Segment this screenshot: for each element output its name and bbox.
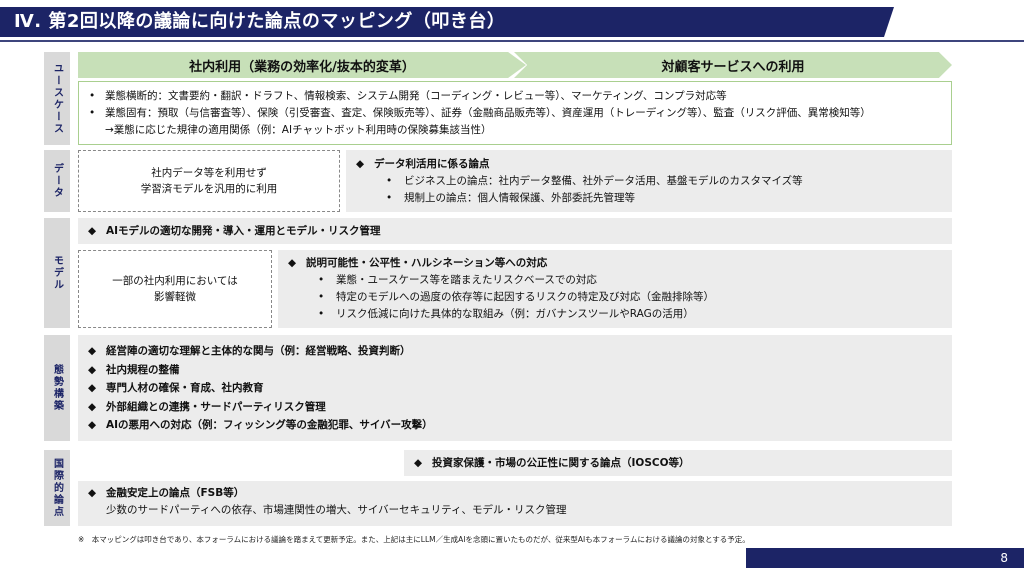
footnote: ※ 本マッピングは叩き台であり、本フォーラムにおける議論を踏まえて更新予定。また…: [78, 535, 750, 544]
model-heading: ◆ 説明可能性・公平性・ハルシネーション等への対応: [288, 257, 548, 269]
model-top-box: ◆ AIモデルの適切な開発・導入・運用とモデル・リスク管理: [78, 218, 952, 244]
model-item: • 業態・ユースケース等を踏まえたリスクベースでの対応: [318, 274, 597, 286]
side-label-governance: 態勢構築: [44, 335, 70, 441]
side-label-model: モデル: [44, 218, 70, 328]
page-title: Ⅳ. 第2回以降の議論に向けた論点のマッピング（叩き台）: [14, 11, 506, 32]
header-internal-use: 社内利用（業務の効率化/抜本的変革）: [78, 52, 526, 78]
side-label-data: データ: [44, 150, 70, 212]
model-item: • 特定のモデルへの過度の依存等に起因するリスクの特定及び対応（金融排除等）: [318, 291, 714, 303]
governance-item: ◆ 経営陣の適切な理解と主体的な関与（例：経営戦略、投資判断）: [88, 345, 411, 357]
data-item: • ビジネス上の論点：社内データ整備、社外データ活用、基盤モデルのカスタマイズ等: [386, 175, 803, 187]
fsb-box: ◆ 金融安定上の論点（FSB等） 少数のサードパーティへの依存、市場連関性の増大、…: [78, 481, 952, 526]
usecase-box: • 業態横断的：文書要約・翻訳・ドラフト、情報検索、システム開発（コーディング・…: [78, 81, 952, 145]
model-item: • リスク低減に向けた具体的な取組み（例：ガバナンスツールやRAGの活用）: [318, 308, 694, 320]
usecase-item-industry-specific: • 業態固有：預取（与信審査等）、保険（引受審査、査定、保険販売等）、証券（金融…: [89, 107, 871, 119]
side-label-international: 国際的論点: [44, 450, 70, 526]
title-underline: [0, 40, 1024, 42]
model-right-box: ◆ 説明可能性・公平性・ハルシネーション等への対応 • 業態・ユースケース等を踏まえ…: [278, 250, 952, 328]
data-item: • 規制上の論点：個人情報保護、外部委託先管理等: [386, 192, 635, 204]
page-number-bar: [746, 548, 1024, 568]
fsb-detail: 少数のサードパーティへの依存、市場連関性の増大、サイバーセキュリティ、モデル・リ…: [106, 504, 567, 516]
page-number: 8: [1000, 551, 1008, 565]
governance-box: ◆ 経営陣の適切な理解と主体的な関与（例：経営戦略、投資判断） ◆ 社内規程の整備 …: [78, 335, 952, 441]
data-heading: ◆ データ利活用に係る論点: [356, 158, 490, 170]
model-left-dashed-box: 一部の社内利用においては 影響軽微: [78, 250, 272, 328]
governance-item: ◆ AIの悪用への対応（例：フィッシング等の金融犯罪、サイバー攻撃）: [88, 419, 433, 431]
header-customer-service: 対顧客サービスへの利用: [514, 52, 952, 78]
iosco-box: ◆ 投資家保護・市場の公正性に関する論点（IOSCO等）: [404, 450, 952, 476]
governance-item: ◆ 専門人材の確保・育成、社内教育: [88, 382, 264, 394]
governance-item: ◆ 社内規程の整備: [88, 363, 180, 376]
usecase-item-cross-industry: • 業態横断的：文書要約・翻訳・ドラフト、情報検索、システム開発（コーディング・…: [89, 90, 727, 102]
title-accent: [884, 7, 894, 37]
data-left-dashed-box: 社内データ等を利用せず 学習済モデルを汎用的に利用: [78, 150, 340, 212]
governance-item: ◆ 外部組織との連携・サードパーティリスク管理: [88, 400, 326, 413]
usecase-item-regulation: →業態に応じた規律の適用関係（例：AIチャットボット利用時の保険募集該当性）: [105, 124, 492, 136]
data-right-box: ◆ データ利活用に係る論点 • ビジネス上の論点：社内データ整備、社外データ活用、基…: [346, 150, 952, 212]
side-label-usecase: ユースケース: [44, 52, 70, 145]
